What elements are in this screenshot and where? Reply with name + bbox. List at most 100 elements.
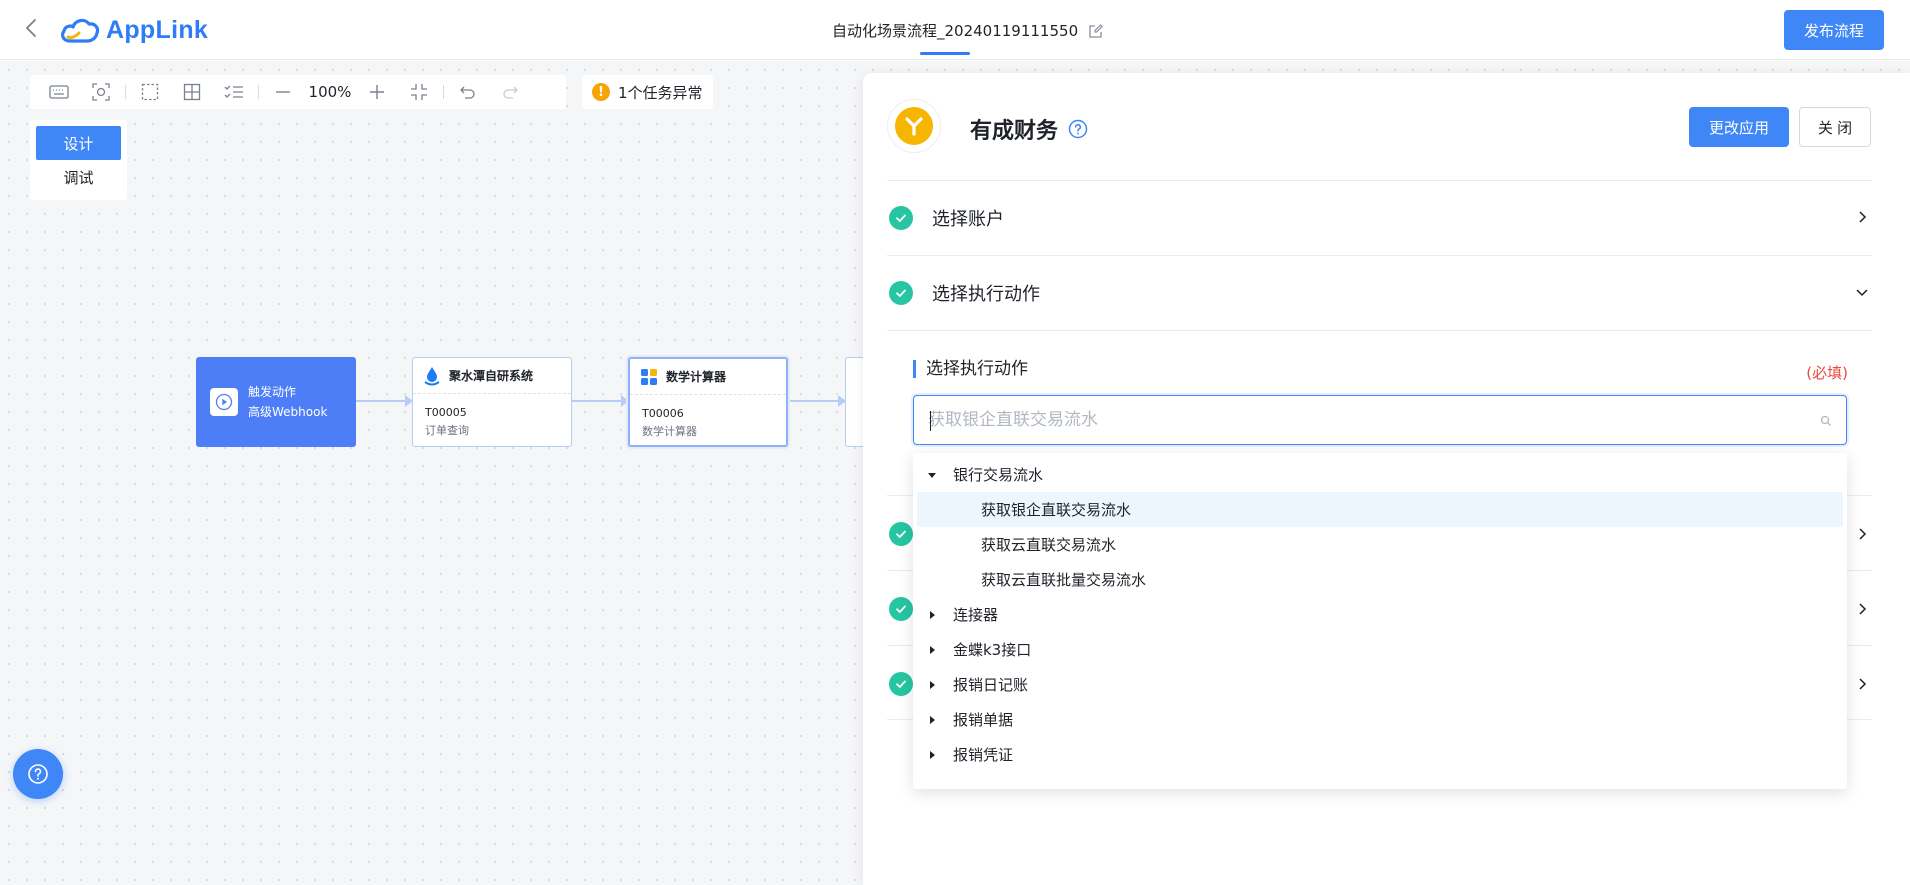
flow-title-text: 自动化场景流程_20240119111550 <box>832 22 1079 40</box>
tree-group-connector[interactable]: 连接器 <box>913 597 1847 632</box>
logo-text: AppLink <box>106 15 209 44</box>
step-label: 选择账户 <box>932 209 1004 230</box>
water-drop-icon <box>424 366 440 385</box>
step-select-action[interactable]: 选择执行动作 <box>887 255 1872 330</box>
tree-group-label: 报销日记账 <box>953 676 1029 694</box>
caret-right-icon <box>927 715 937 725</box>
app-config-panel: 有成财务 更改应用 关 闭 选择账户 选择执行动作 选择执行动作 (必填) 获取… <box>863 73 1910 885</box>
node-title: 数学计算器 <box>666 370 727 384</box>
webhook-play-icon <box>210 388 238 416</box>
flow-title: 自动化场景流程_20240119111550 <box>832 20 1104 41</box>
redo-icon[interactable] <box>489 75 531 109</box>
check-icon <box>889 281 913 305</box>
youcheng-logo-icon <box>895 107 933 145</box>
canvas-toolbar: 100% <box>30 75 566 109</box>
trigger-node[interactable]: 触发动作 高级Webhook <box>196 357 356 447</box>
mode-design-button[interactable]: 设计 <box>36 126 121 160</box>
publish-flow-button[interactable]: 发布流程 <box>1784 10 1884 50</box>
flow-title-underline <box>920 52 970 55</box>
check-icon <box>889 522 913 546</box>
close-panel-button[interactable]: 关 闭 <box>1799 107 1871 147</box>
flow-node-calculator[interactable]: 数学计算器 T00006 数学计算器 <box>628 357 788 447</box>
tree-group-expense-docs[interactable]: 报销单据 <box>913 702 1847 737</box>
node-code: T00006 <box>642 407 684 420</box>
mode-switch: 设计 调试 <box>30 120 127 200</box>
step-select-account[interactable]: 选择账户 <box>887 180 1872 255</box>
tree-leaf-item[interactable]: 获取云直联批量交易流水 <box>913 562 1847 597</box>
tree-group-kingdee[interactable]: 金蝶k3接口 <box>913 632 1847 667</box>
search-icon <box>1820 415 1831 426</box>
tree-group-label: 连接器 <box>953 606 999 624</box>
toolbar-divider <box>443 85 444 99</box>
zoom-in-icon[interactable] <box>356 75 398 109</box>
calculator-icon <box>641 368 657 385</box>
toolbar-divider <box>258 85 259 99</box>
flow-edge <box>572 395 629 407</box>
undo-icon[interactable] <box>447 75 489 109</box>
trigger-node-subtitle: 高级Webhook <box>248 405 328 419</box>
app-name-text: 有成财务 <box>970 119 1059 144</box>
back-arrow-icon[interactable] <box>20 14 44 44</box>
applink-logo: AppLink <box>60 12 208 48</box>
mode-debug-button[interactable]: 调试 <box>36 160 121 194</box>
edit-icon[interactable] <box>1088 23 1104 39</box>
chevron-right-icon <box>1859 678 1867 690</box>
section-divider <box>887 330 1872 331</box>
change-app-button[interactable]: 更改应用 <box>1689 107 1789 147</box>
caret-right-icon <box>927 610 937 620</box>
caret-right-icon <box>927 750 937 760</box>
action-dropdown: 银行交易流水 获取银企直联交易流水 获取云直联交易流水 获取云直联批量交易流水 … <box>913 453 1847 789</box>
app-logo <box>887 99 941 153</box>
grid-icon[interactable] <box>171 75 213 109</box>
layout-list-icon[interactable] <box>213 75 255 109</box>
help-button[interactable] <box>13 749 63 799</box>
top-header: AppLink 自动化场景流程_20240119111550 发布流程 <box>0 0 1910 60</box>
tree-group-label: 报销单据 <box>953 711 1014 729</box>
action-search-input[interactable] <box>928 410 1788 430</box>
check-icon <box>889 597 913 621</box>
tree-group-expense-journal[interactable]: 报销日记账 <box>913 667 1847 702</box>
task-alert-chip[interactable]: ! 1个任务异常 <box>582 75 713 109</box>
check-icon <box>889 672 913 696</box>
zoom-level: 100% <box>308 83 352 101</box>
node-desc: 数学计算器 <box>642 425 697 438</box>
node-title: 聚水潭自研系统 <box>449 369 534 383</box>
check-icon <box>889 206 913 230</box>
chevron-down-icon <box>1856 289 1868 297</box>
screenshot-icon[interactable] <box>80 75 122 109</box>
flow-node-jushuitan[interactable]: 聚水潭自研系统 T00005 订单查询 <box>412 357 572 447</box>
question-icon <box>28 764 48 784</box>
flow-edge <box>356 395 413 407</box>
warning-icon: ! <box>592 83 610 101</box>
tree-group-label: 报销凭证 <box>953 746 1014 764</box>
trigger-node-title: 触发动作 <box>248 385 297 399</box>
tree-group-expense-voucher[interactable]: 报销凭证 <box>913 737 1847 772</box>
help-circle-icon[interactable] <box>1068 119 1088 139</box>
fit-view-icon[interactable] <box>398 75 440 109</box>
zoom-out-icon[interactable] <box>262 75 304 109</box>
tree-leaf-item[interactable]: 获取银企直联交易流水 <box>917 492 1843 527</box>
toolbar-divider <box>125 85 126 99</box>
tree-leaf-item[interactable]: 获取云直联交易流水 <box>913 527 1847 562</box>
cloud-logo-icon <box>61 18 100 43</box>
action-search-field[interactable] <box>913 395 1847 445</box>
select-area-icon[interactable] <box>129 75 171 109</box>
text-caret <box>930 411 931 431</box>
chevron-right-icon <box>1859 603 1867 615</box>
caret-down-icon <box>927 470 937 480</box>
keyboard-icon[interactable] <box>38 75 80 109</box>
node-code: T00005 <box>425 406 467 419</box>
tree-group-label: 银行交易流水 <box>953 466 1044 484</box>
chevron-right-icon <box>1859 528 1867 540</box>
required-mark: (必填) <box>1806 364 1848 382</box>
flow-edge <box>790 395 846 407</box>
chevron-right-icon <box>1859 211 1867 223</box>
app-name: 有成财务 <box>970 113 1088 145</box>
field-label: 选择执行动作 <box>913 360 1028 378</box>
step-label: 选择执行动作 <box>932 284 1040 305</box>
caret-right-icon <box>927 680 937 690</box>
tree-group-label: 金蝶k3接口 <box>953 641 1032 659</box>
tree-group-bank-flow[interactable]: 银行交易流水 <box>913 457 1847 492</box>
task-alert-text: 1个任务异常 <box>618 83 703 102</box>
node-desc: 订单查询 <box>425 424 469 437</box>
